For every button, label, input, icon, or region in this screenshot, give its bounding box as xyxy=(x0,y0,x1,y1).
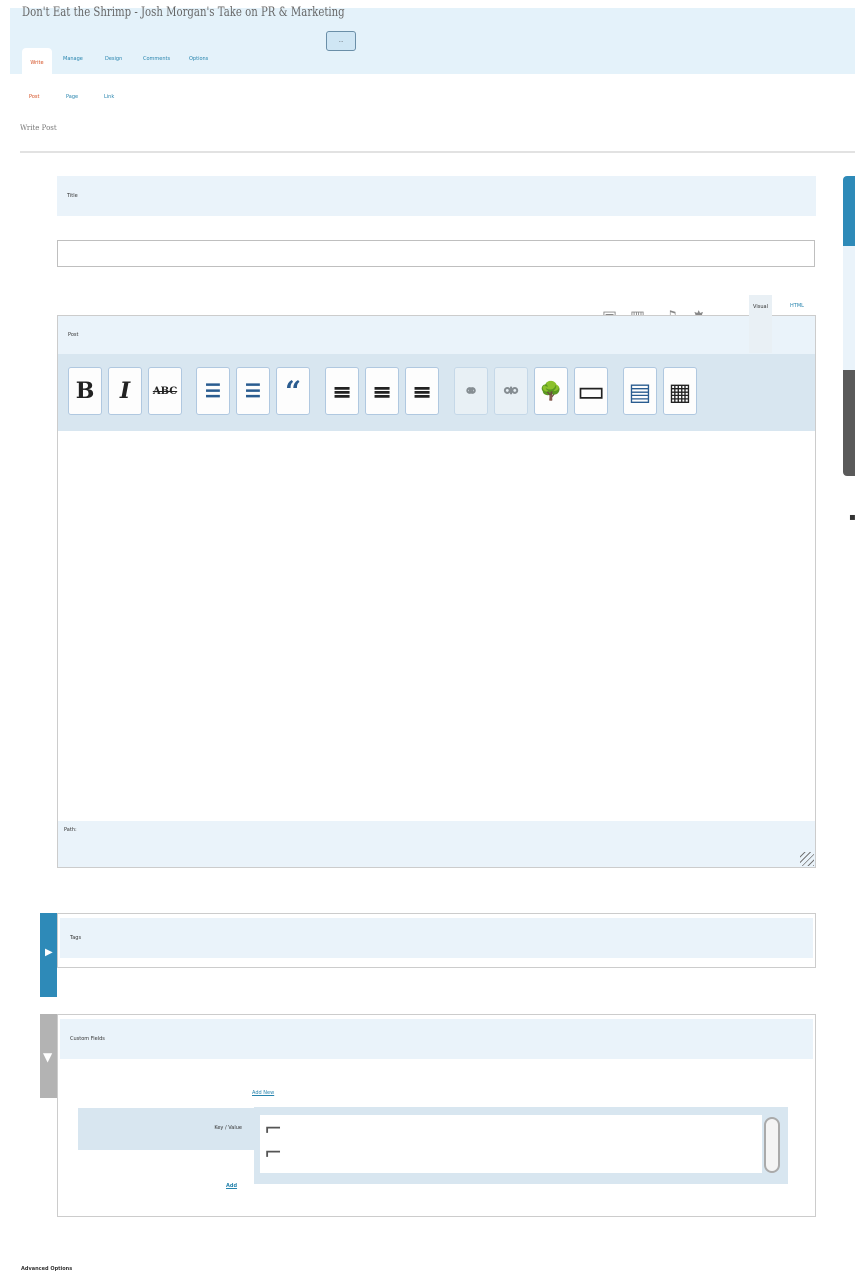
title-box-header: Title xyxy=(57,176,816,216)
heading-divider xyxy=(20,151,855,153)
add-custom-field-button[interactable]: Add xyxy=(226,1183,237,1189)
align-right-button[interactable]: ≡ xyxy=(405,367,439,415)
admin-header: Don't Eat the Shrimp - Josh Morgan's Tak… xyxy=(10,5,855,74)
tab-html[interactable]: HTML xyxy=(790,303,804,309)
blockquote-button[interactable]: “ xyxy=(276,367,310,415)
cursor-bracket-icon: ⌐ xyxy=(264,1117,283,1142)
nav-tab-options[interactable]: Options xyxy=(189,56,208,62)
site-title[interactable]: Don't Eat the Shrimp - Josh Morgan's Tak… xyxy=(22,5,345,20)
post-label: Post xyxy=(68,332,79,338)
custom-fields-header[interactable]: Custom Fields xyxy=(60,1019,813,1059)
nav-tab-manage[interactable]: Manage xyxy=(63,56,83,62)
editor-header: Post xyxy=(58,316,815,354)
post-content-area[interactable] xyxy=(58,431,815,821)
custom-fields-toggle-handle[interactable]: ▼ xyxy=(40,1014,57,1098)
custom-field-label: Key / Value xyxy=(78,1108,254,1150)
post-editor: Post B I ABC ☰ ☰ “ ≡ ≡ ≡ ⚭ ⚮ 🌳 ▭ ▤ ▦ Pat… xyxy=(57,315,816,868)
view-site-button[interactable]: ... xyxy=(326,31,356,51)
scrollbar[interactable] xyxy=(764,1117,780,1173)
path-label: Path: xyxy=(64,827,77,833)
bold-button[interactable]: B xyxy=(68,367,102,415)
insert-image-button[interactable]: 🌳 xyxy=(534,367,568,415)
resize-handle-icon[interactable] xyxy=(800,852,814,866)
bulleted-list-button[interactable]: ☰ xyxy=(196,367,230,415)
sidebar-marker: ▪ xyxy=(849,512,855,523)
custom-field-textarea[interactable]: ⌐ ⌐ xyxy=(260,1115,762,1173)
advanced-options-heading: Advanced Options xyxy=(21,1266,73,1272)
tags-box-header[interactable]: Tags xyxy=(60,918,813,958)
title-label: Title xyxy=(67,193,78,199)
nav-tab-write[interactable]: Write xyxy=(22,48,52,74)
spellcheck-button[interactable]: ▤ xyxy=(623,367,657,415)
sidebar-options-panel xyxy=(843,246,855,370)
nav-tab-comments[interactable]: Comments xyxy=(143,56,170,62)
custom-field-value-area: ⌐ ⌐ xyxy=(254,1107,788,1184)
add-new-link[interactable]: Add New xyxy=(252,1090,274,1096)
numbered-list-button[interactable]: ☰ xyxy=(236,367,270,415)
insert-more-button[interactable]: ▭ xyxy=(574,367,608,415)
subnav-tab-post[interactable]: Post xyxy=(29,94,39,100)
tags-toggle-handle[interactable]: ▶ xyxy=(40,913,57,997)
italic-button[interactable]: I xyxy=(108,367,142,415)
editor-status-bar: Path: xyxy=(58,821,815,867)
insert-link-button[interactable]: ⚭ xyxy=(454,367,488,415)
title-input[interactable] xyxy=(57,240,815,267)
align-left-button[interactable]: ≡ xyxy=(325,367,359,415)
editor-toolbar: B I ABC ☰ ☰ “ ≡ ≡ ≡ ⚭ ⚮ 🌳 ▭ ▤ ▦ xyxy=(58,354,815,431)
subnav-tab-link[interactable]: Link xyxy=(104,94,114,100)
tab-visual[interactable]: Visual xyxy=(749,295,772,353)
tags-box: Tags xyxy=(57,913,816,968)
subnav-tab-page[interactable]: Page xyxy=(66,94,78,100)
kitchen-sink-button[interactable]: ▦ xyxy=(663,367,697,415)
strikethrough-button[interactable]: ABC xyxy=(148,367,182,415)
page-title: Write Post xyxy=(20,124,57,132)
cursor-bracket-icon: ⌐ xyxy=(264,1141,283,1166)
chevron-right-icon: ▶ xyxy=(45,947,53,958)
sidebar-dark-panel xyxy=(843,370,855,476)
unlink-button[interactable]: ⚮ xyxy=(494,367,528,415)
nav-tab-design[interactable]: Design xyxy=(105,56,122,62)
sidebar-publish-panel[interactable] xyxy=(843,176,855,246)
align-center-button[interactable]: ≡ xyxy=(365,367,399,415)
chevron-down-icon: ▼ xyxy=(43,1050,53,1064)
